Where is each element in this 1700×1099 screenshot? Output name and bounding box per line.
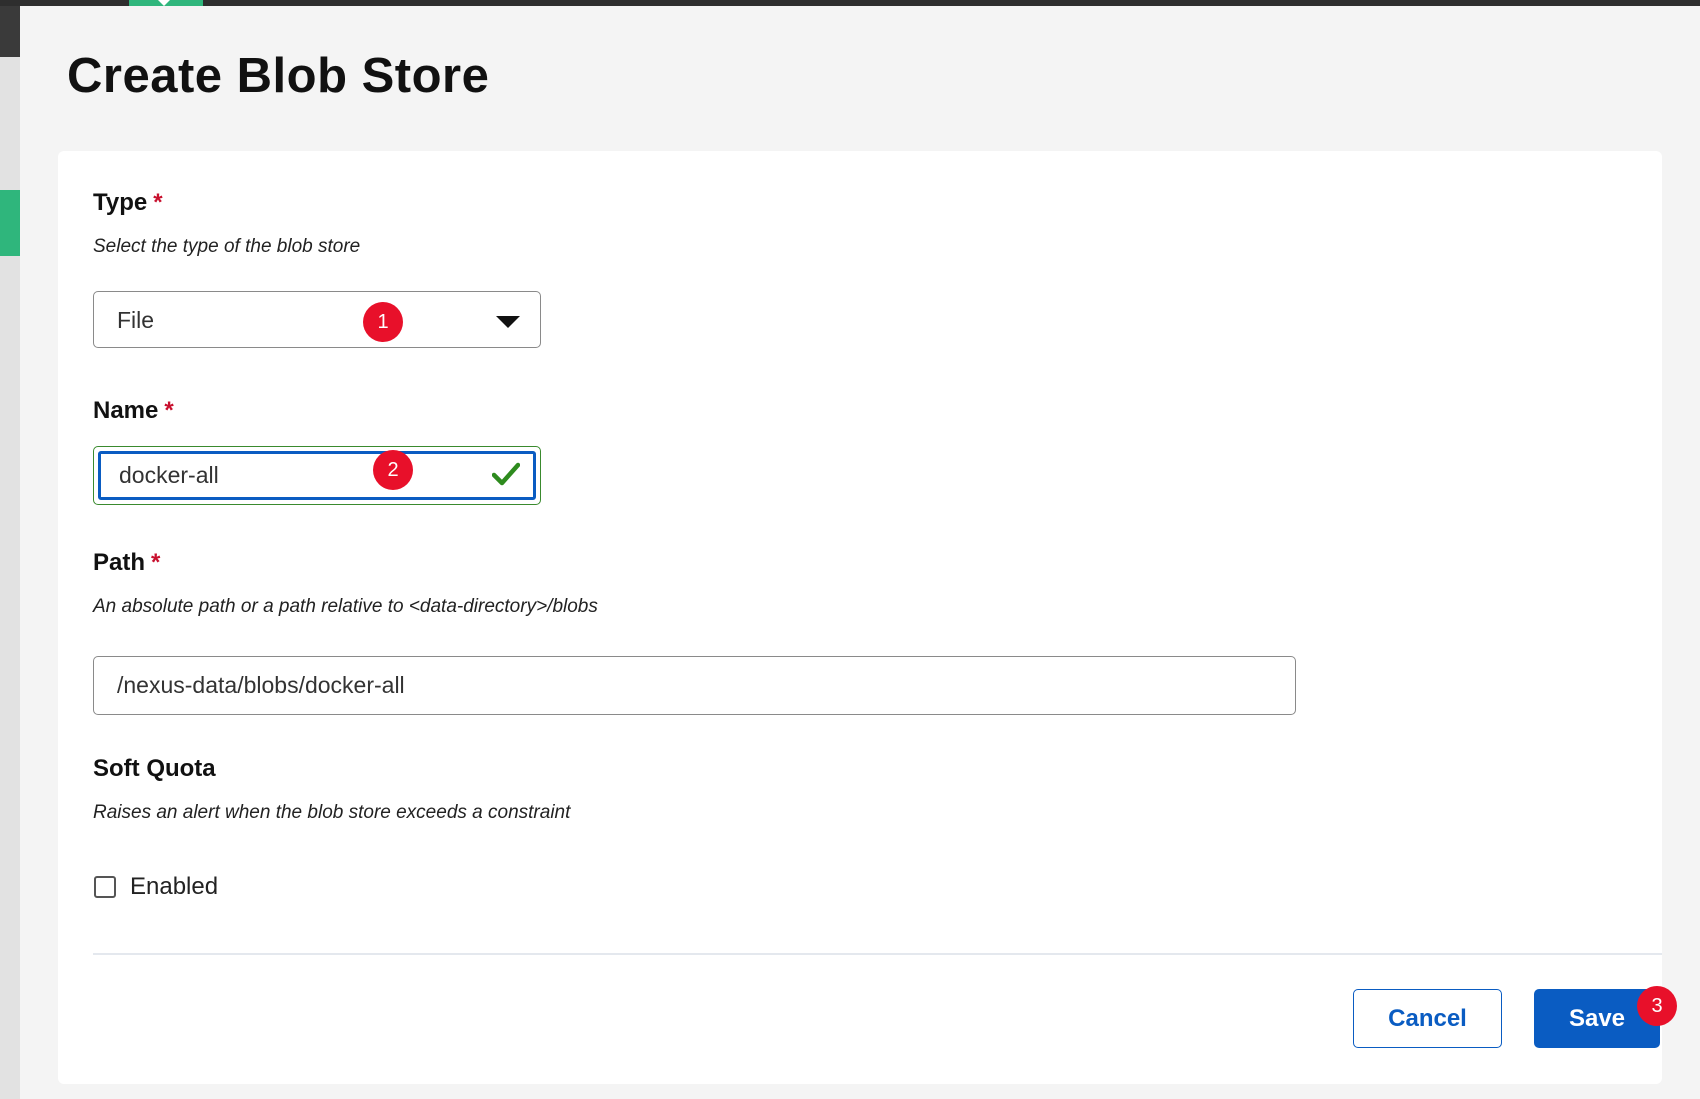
name-label-text: Name bbox=[93, 397, 159, 424]
type-label: Type * bbox=[93, 189, 163, 217]
step-marker-1: 1 bbox=[363, 302, 403, 342]
type-select-value: File bbox=[117, 307, 155, 333]
left-nav-active-indicator[interactable] bbox=[0, 190, 20, 256]
right-gutter bbox=[1680, 6, 1700, 1099]
required-asterisk: * bbox=[151, 549, 161, 576]
path-label-text: Path bbox=[93, 549, 146, 576]
soft-quota-enabled-label[interactable]: Enabled bbox=[130, 873, 218, 901]
checkmark-icon bbox=[492, 462, 520, 486]
step-marker-2: 2 bbox=[373, 450, 413, 490]
path-input[interactable] bbox=[93, 656, 1296, 715]
active-tab-pointer bbox=[158, 0, 170, 6]
name-input[interactable] bbox=[98, 451, 536, 500]
caret-down-icon bbox=[496, 316, 520, 328]
cancel-button[interactable]: Cancel bbox=[1353, 989, 1502, 1048]
soft-quota-label: Soft Quota bbox=[93, 755, 216, 782]
soft-quota-enabled-checkbox[interactable] bbox=[94, 876, 116, 898]
form-divider bbox=[93, 953, 1662, 955]
type-label-text: Type bbox=[93, 189, 148, 216]
type-help: Select the type of the blob store bbox=[93, 236, 361, 257]
left-nav-rail bbox=[0, 6, 20, 1099]
name-field-valid-outline bbox=[93, 446, 541, 505]
soft-quota-help: Raises an alert when the blob store exce… bbox=[93, 802, 571, 823]
top-bar bbox=[0, 0, 1700, 6]
page-title: Create Blob Store bbox=[67, 49, 490, 103]
required-asterisk: * bbox=[164, 397, 174, 424]
type-select[interactable]: File bbox=[93, 291, 541, 348]
name-label: Name * bbox=[93, 397, 174, 425]
required-asterisk: * bbox=[153, 189, 163, 216]
left-nav-header bbox=[0, 6, 20, 57]
path-label: Path * bbox=[93, 549, 160, 577]
step-marker-3: 3 bbox=[1637, 986, 1677, 1026]
path-help: An absolute path or a path relative to <… bbox=[93, 596, 598, 617]
